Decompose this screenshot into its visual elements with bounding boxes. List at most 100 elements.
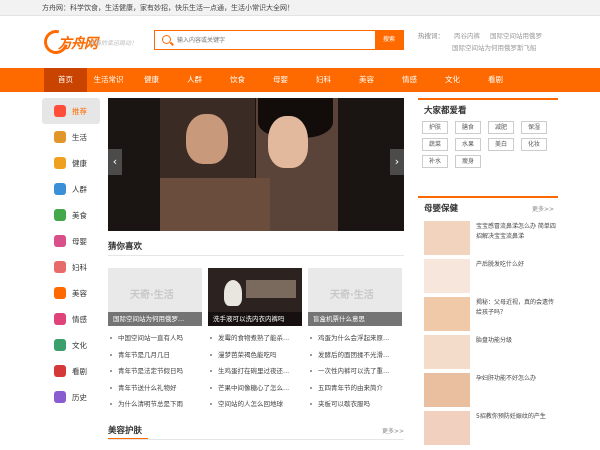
- baby-article-thumbnail: [424, 373, 470, 407]
- tag[interactable]: 化妆: [521, 138, 547, 151]
- tag[interactable]: 保湿: [521, 121, 547, 134]
- left-menu-item[interactable]: 生活: [42, 124, 100, 150]
- left-menu-item[interactable]: 看剧: [42, 358, 100, 384]
- list-item[interactable]: 为什么清明节总是下雨: [110, 396, 208, 413]
- nav-item[interactable]: 情感: [388, 68, 431, 92]
- left-menu-item[interactable]: 推荐: [42, 98, 100, 124]
- baby-article-title: 胎盘功能分级: [476, 337, 513, 344]
- baby-article-item[interactable]: 胎盘功能分级: [424, 332, 558, 370]
- hot-keyword[interactable]: 国际空间站用俄罗: [490, 30, 542, 42]
- card-caption: 国际空间站为何用俄罗...: [108, 312, 202, 326]
- nav-item[interactable]: 妇科: [302, 68, 345, 92]
- nav-item[interactable]: 美容: [345, 68, 388, 92]
- tag[interactable]: 减肥: [488, 121, 514, 134]
- tag[interactable]: 瘦身: [455, 155, 481, 168]
- baby-article-title: 宝宝感冒流鼻涕怎么办 简单四招解决宝宝流鼻涕: [476, 223, 556, 240]
- left-menu-label: 推荐: [72, 106, 87, 116]
- category-icon: [54, 287, 66, 299]
- tag[interactable]: 膳食: [455, 121, 481, 134]
- banner-image[interactable]: [108, 98, 404, 231]
- popular-section-title: 大家都爱看: [424, 106, 467, 116]
- nav-item[interactable]: 生活常识: [87, 68, 130, 92]
- left-menu-label: 看剧: [72, 366, 87, 376]
- logo-slogan: 青春的幸运跳动！: [89, 40, 138, 47]
- list-item[interactable]: 漫梦芭荣褐色能吃吗: [210, 347, 308, 364]
- category-icon: [54, 365, 66, 377]
- card-caption: 盲盒机票什么意思: [308, 312, 402, 326]
- nav-item[interactable]: 看剧: [474, 68, 517, 92]
- tag[interactable]: 蔬菜: [422, 138, 448, 151]
- site-logo[interactable]: 方舟网 青春的幸运跳动！: [39, 25, 152, 59]
- card-watermark: 天奇·生活: [130, 290, 174, 301]
- left-menu-item[interactable]: 人群: [42, 176, 100, 202]
- card-caption: 洗手液可以洗内衣内裤吗: [208, 312, 302, 326]
- left-menu-item[interactable]: 文化: [42, 332, 100, 358]
- beauty-more-link[interactable]: 更多>>: [382, 426, 404, 435]
- list-item[interactable]: 空间站的人怎么回地球: [210, 396, 308, 413]
- card-watermark: 天奇·生活: [330, 290, 374, 301]
- baby-article-thumbnail: [424, 221, 470, 255]
- list-item[interactable]: 夹板可以歇衣服吗: [310, 396, 408, 413]
- list-item[interactable]: 五四青年节的由来简介: [310, 380, 408, 397]
- tag[interactable]: 水果: [455, 138, 481, 151]
- nav-item[interactable]: 文化: [431, 68, 474, 92]
- guess-section-title: 猜你喜欢: [108, 242, 143, 252]
- tag[interactable]: 美白: [488, 138, 514, 151]
- nav-item[interactable]: 饮食: [216, 68, 259, 92]
- tag[interactable]: 补水: [422, 155, 448, 168]
- list-item[interactable]: 鸡蛋为什么会浮起来原...: [310, 330, 408, 347]
- baby-article-item[interactable]: 孕妇肝功能不好怎么办: [424, 370, 558, 408]
- guess-card[interactable]: 天奇·生活 盲盒机票什么意思: [308, 268, 402, 326]
- list-item[interactable]: 芒果中间像糖心了怎么...: [210, 380, 308, 397]
- list-item[interactable]: 青年节送什么礼物好: [110, 380, 208, 397]
- baby-article-title: 5招教你预防妊娠纹的产生: [476, 413, 546, 420]
- left-menu-item[interactable]: 母婴: [42, 228, 100, 254]
- left-menu-label: 情感: [72, 314, 87, 324]
- left-menu-label: 母婴: [72, 236, 87, 246]
- list-item[interactable]: 发酵后的面团揉不光滑...: [310, 347, 408, 364]
- search-box: 搜索: [154, 30, 404, 50]
- search-button[interactable]: 搜索: [375, 31, 403, 49]
- baby-article-item[interactable]: 产后脱发吃什么好: [424, 256, 558, 294]
- hot-keywords-label: 热搜词：: [418, 32, 444, 40]
- nav-item[interactable]: 首页: [44, 68, 87, 92]
- left-menu-item[interactable]: 美食: [42, 202, 100, 228]
- left-menu-item[interactable]: 情感: [42, 306, 100, 332]
- hot-keyword[interactable]: 国际空间站为何用俄罗斯飞船: [452, 42, 537, 54]
- guess-card[interactable]: 天奇·生活 国际空间站为何用俄罗...: [108, 268, 202, 326]
- left-menu-item[interactable]: 历史: [42, 384, 100, 410]
- search-input[interactable]: [175, 33, 375, 47]
- list-item[interactable]: 发霉的食物煮熟了能杀...: [210, 330, 308, 347]
- hot-keyword[interactable]: 丙谷内裤: [454, 30, 480, 42]
- baby-article-thumbnail: [424, 335, 470, 369]
- list-item[interactable]: 一次性内裤可以洗了重...: [310, 363, 408, 380]
- category-icon: [54, 105, 66, 117]
- left-category-menu: 推荐生活 健康 人群 美食母婴妇科 美容情感文化看剧历史: [42, 98, 100, 410]
- baby-article-item[interactable]: 宝宝感冒流鼻涕怎么办 简单四招解决宝宝流鼻涕: [424, 218, 558, 256]
- tag-cloud: 护肤 膳食 减肥 保湿蔬菜 水果 美白 化妆补水 瘦身: [422, 121, 556, 168]
- list-item[interactable]: 生鸡蛋打在碗里过夜还...: [210, 363, 308, 380]
- tag[interactable]: 护肤: [422, 121, 448, 134]
- search-icon: [162, 35, 171, 44]
- baby-more-link[interactable]: 更多>>: [532, 204, 554, 213]
- list-item[interactable]: 青年节是几月几日: [110, 347, 208, 364]
- list-item[interactable]: 中国空间站一直有人吗: [110, 330, 208, 347]
- baby-article-item[interactable]: 揭秘：父母近视，真的会遗传给孩子吗？: [424, 294, 558, 332]
- baby-article-title: 产后脱发吃什么好: [476, 261, 525, 268]
- top-slogan-text: 方舟网：科学饮食，生活健康，家有妙招，快乐生活一点通，生活小常识大全网！: [42, 4, 294, 12]
- list-item[interactable]: 青年节是法定节假日吗: [110, 363, 208, 380]
- banner-prev-button[interactable]: ‹: [108, 149, 122, 175]
- baby-article-thumbnail: [424, 411, 470, 445]
- left-menu-item[interactable]: 妇科: [42, 254, 100, 280]
- nav-item[interactable]: 母婴: [259, 68, 302, 92]
- baby-section-title: 母婴保健: [424, 204, 459, 214]
- left-menu-item[interactable]: 健康: [42, 150, 100, 176]
- nav-item[interactable]: 健康: [130, 68, 173, 92]
- left-menu-item[interactable]: 美容: [42, 280, 100, 306]
- category-icon: [54, 183, 66, 195]
- category-icon: [54, 339, 66, 351]
- nav-item[interactable]: 人群: [173, 68, 216, 92]
- guess-card[interactable]: 洗手液可以洗内衣内裤吗: [208, 268, 302, 326]
- baby-article-item[interactable]: 5招教你预防妊娠纹的产生: [424, 408, 558, 446]
- banner-next-button[interactable]: ›: [390, 149, 404, 175]
